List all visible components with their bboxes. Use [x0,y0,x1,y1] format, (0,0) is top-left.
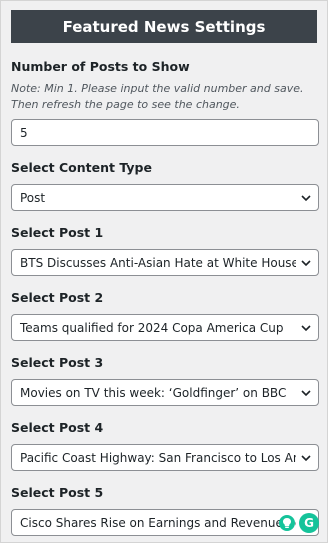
post-4-group: Select Post 4 Pacific Coast Highway: San… [11,420,319,471]
post-5-select[interactable]: Cisco Shares Rise on Earnings and Revenu… [11,509,319,536]
grammarly-widget[interactable]: G [279,513,319,533]
grammarly-logo-letter: G [304,516,314,530]
chevron-down-icon [301,390,311,397]
post-1-select[interactable]: BTS Discusses Anti-Asian Hate at White H… [11,249,319,276]
chevron-down-icon [301,195,311,202]
grammarly-icon[interactable]: G [299,513,319,533]
post-2-group: Select Post 2 Teams qualified for 2024 C… [11,290,319,341]
posts-count-note: Note: Min 1. Please input the valid numb… [11,82,304,111]
post-5-value: Cisco Shares Rise on Earnings and Revenu… [20,515,296,530]
post-5-group: Select Post 5 Cisco Shares Rise on Earni… [11,485,319,536]
posts-count-label: Number of Posts to Show [11,59,190,74]
chevron-down-icon [301,325,311,332]
post-1-label: Select Post 1 [11,225,104,240]
post-5-label: Select Post 5 [11,485,104,500]
settings-panel: Featured News Settings Number of Posts t… [0,0,328,543]
content-type-value: Post [20,190,46,205]
post-4-label: Select Post 4 [11,420,104,435]
post-1-value: BTS Discusses Anti-Asian Hate at White H… [20,255,296,270]
panel-title: Featured News Settings [62,17,266,36]
content-type-select[interactable]: Post [11,184,319,211]
post-1-group: Select Post 1 BTS Discusses Anti-Asian H… [11,225,319,276]
content-type-label: Select Content Type [11,160,152,175]
panel-header: Featured News Settings [11,10,317,43]
post-2-select[interactable]: Teams qualified for 2024 Copa America Cu… [11,314,319,341]
post-4-select[interactable]: Pacific Coast Highway: San Francisco to … [11,444,319,471]
chevron-down-icon [301,455,311,462]
post-3-group: Select Post 3 Movies on TV this week: ‘G… [11,355,319,406]
post-3-value: Movies on TV this week: ‘Goldfinger’ on … [20,385,287,400]
posts-count-input[interactable] [11,119,319,146]
content-type-group: Select Content Type Post [11,160,319,211]
post-2-value: Teams qualified for 2024 Copa America Cu… [20,320,284,335]
post-4-value: Pacific Coast Highway: San Francisco to … [20,450,296,465]
post-3-label: Select Post 3 [11,355,104,370]
chevron-down-icon [301,260,311,267]
posts-count-group: Number of Posts to Show Note: Min 1. Ple… [11,59,319,146]
lightbulb-icon[interactable] [279,515,295,531]
post-3-select[interactable]: Movies on TV this week: ‘Goldfinger’ on … [11,379,319,406]
post-2-label: Select Post 2 [11,290,104,305]
settings-form: Number of Posts to Show Note: Min 1. Ple… [1,59,327,536]
